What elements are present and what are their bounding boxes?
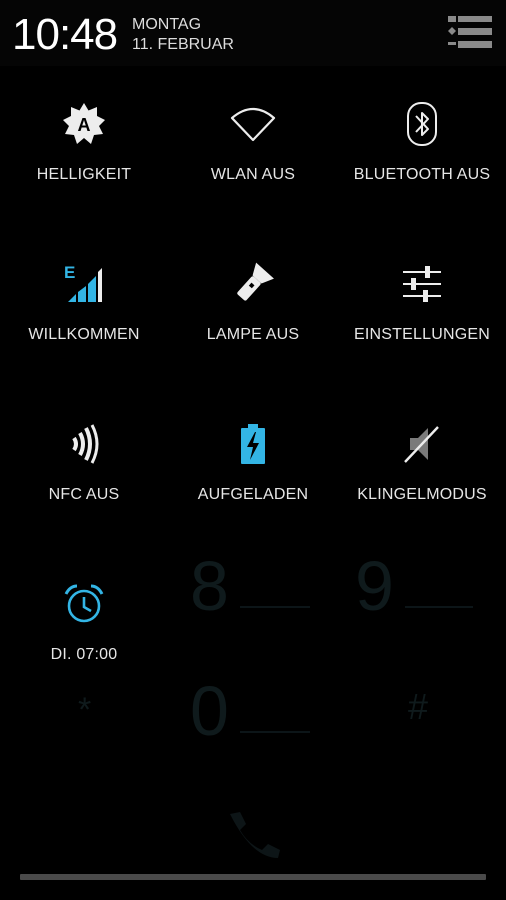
tile-battery[interactable]: AUFGELADEN — [169, 386, 337, 546]
bluetooth-icon — [407, 102, 437, 146]
ghost-phone-icon — [230, 812, 280, 858]
ghost-dialer-line — [240, 731, 310, 733]
ringer-muted-icon — [404, 426, 439, 463]
tile-label: AUFGELADEN — [197, 486, 309, 503]
status-bar: 10:48 MONTAG 11. FEBRUAR — [0, 0, 506, 66]
wifi-icon — [230, 107, 276, 142]
tile-mobile-data[interactable]: E WILLKOMMEN — [0, 226, 168, 386]
weekday: MONTAG — [132, 16, 202, 33]
tile-label: LAMPE AUS — [206, 326, 300, 343]
nfc-icon — [72, 424, 99, 464]
tile-label: NFC AUS — [48, 486, 120, 503]
tile-label: WILLKOMMEN — [28, 326, 140, 343]
ghost-dialer-line — [405, 606, 473, 608]
tile-label: WLAN AUS — [210, 166, 296, 183]
tile-ringer[interactable]: KLINGELMODUS — [338, 386, 506, 546]
tile-label: HELLIGKEIT — [36, 166, 132, 183]
tile-bluetooth[interactable]: BLUETOOTH AUS — [338, 66, 506, 226]
battery-charging-icon — [241, 424, 265, 464]
tile-label: BLUETOOTH AUS — [353, 166, 491, 183]
ghost-dialer-hash: # — [408, 686, 429, 727]
tile-alarm[interactable]: DI. 07:00 — [0, 546, 168, 706]
tile-label: KLINGELMODUS — [357, 486, 487, 503]
quick-settings-panel: 8 9 0 # * A HELLIGKEIT WLAN AUS BLUETOOT… — [0, 66, 506, 876]
brightness-letter: A — [78, 115, 91, 135]
ghost-dialer-digit: 0 — [190, 672, 229, 750]
tile-flashlight[interactable]: LAMPE AUS — [169, 226, 337, 386]
ghost-dialer-digit: 8 — [190, 547, 229, 625]
tile-wifi[interactable]: WLAN AUS — [169, 66, 337, 226]
flashlight-icon — [237, 262, 274, 301]
signal-letter: E — [64, 263, 75, 282]
date-block: MONTAG 11. FEBRUAR — [132, 15, 234, 55]
tile-settings[interactable]: EINSTELLUNGEN — [338, 226, 506, 386]
settings-sliders-icon — [403, 266, 441, 302]
clock-time: 10:48 — [12, 10, 118, 59]
alarm-clock-icon — [64, 584, 104, 623]
notification-list-toggle-icon[interactable] — [446, 14, 494, 54]
mobile-signal-icon: E — [64, 263, 102, 302]
ghost-dialer-digit: 9 — [355, 547, 394, 625]
date: 11. FEBRUAR — [132, 36, 234, 53]
tile-label: DI. 07:00 — [50, 646, 118, 663]
ghost-dialer-line — [240, 606, 310, 608]
tile-label: EINSTELLUNGEN — [354, 326, 490, 343]
panel-drag-handle[interactable] — [20, 874, 486, 880]
tile-nfc[interactable]: NFC AUS — [0, 386, 168, 546]
brightness-auto-icon: A — [63, 103, 105, 144]
tile-brightness[interactable]: A HELLIGKEIT — [0, 66, 168, 226]
